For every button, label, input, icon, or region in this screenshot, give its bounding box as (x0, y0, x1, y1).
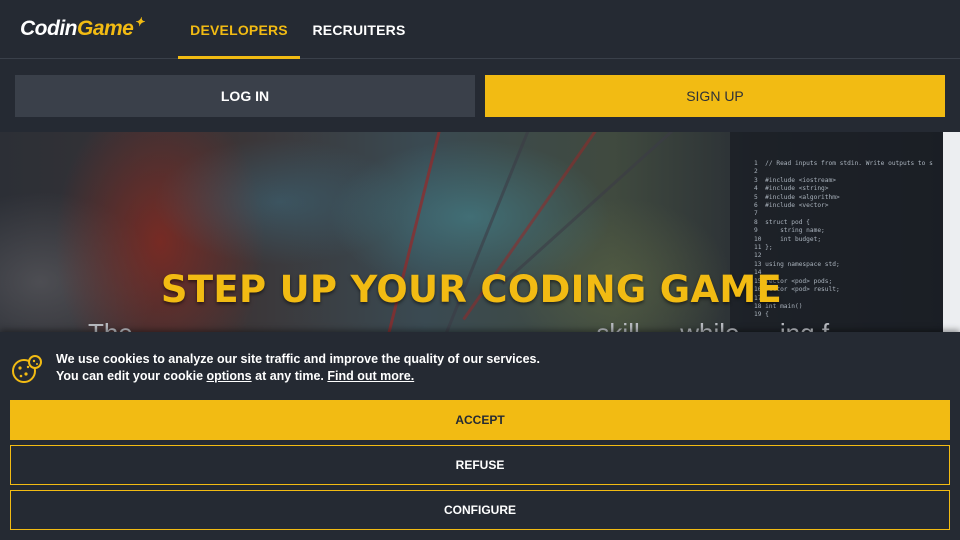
cookie-banner: We use cookies to analyze our site traff… (0, 332, 960, 540)
hero-title: STEP UP YOUR CODING GAME (160, 268, 783, 311)
tab-developers[interactable]: DEVELOPERS (178, 0, 300, 59)
side-card (943, 132, 960, 332)
cookie-message-line1: We use cookies to analyze our site traff… (56, 352, 540, 366)
cookie-line2-prefix: You can edit your cookie (56, 369, 207, 383)
top-navbar: Codin Game ✦ DEVELOPERS RECRUITERS (0, 0, 960, 59)
page-edge (943, 132, 960, 332)
codingame-logo[interactable]: Codin Game ✦ (20, 15, 144, 41)
logo-spark-icon: ✦ (134, 15, 144, 29)
auth-bar: LOG IN SIGN UP (0, 60, 960, 132)
tab-recruiters[interactable]: RECRUITERS (300, 0, 418, 59)
signup-button[interactable]: SIGN UP (485, 75, 945, 117)
hero-subtitle: The …………………………… ……………… skill … while … i… (0, 318, 943, 332)
configure-cookies-button[interactable]: CONFIGURE (10, 490, 950, 530)
hero-decoration (501, 132, 683, 285)
login-button[interactable]: LOG IN (15, 75, 475, 117)
hero-banner: 1 // Read inputs from stdin. Write outpu… (0, 132, 943, 332)
cookie-line2-middle: at any time. (251, 369, 328, 383)
logo-text-part2: Game (76, 17, 134, 40)
cookie-icon (12, 355, 42, 383)
accept-cookies-button[interactable]: ACCEPT (10, 400, 950, 440)
refuse-cookies-button[interactable]: REFUSE (10, 445, 950, 485)
find-out-more-link[interactable]: Find out more. (327, 369, 414, 383)
cookie-message: We use cookies to analyze our site traff… (56, 351, 540, 385)
logo-text-part1: Codin (20, 17, 77, 40)
cookie-message-line2: You can edit your cookie options at any … (56, 368, 540, 385)
options-link[interactable]: options (207, 369, 252, 383)
